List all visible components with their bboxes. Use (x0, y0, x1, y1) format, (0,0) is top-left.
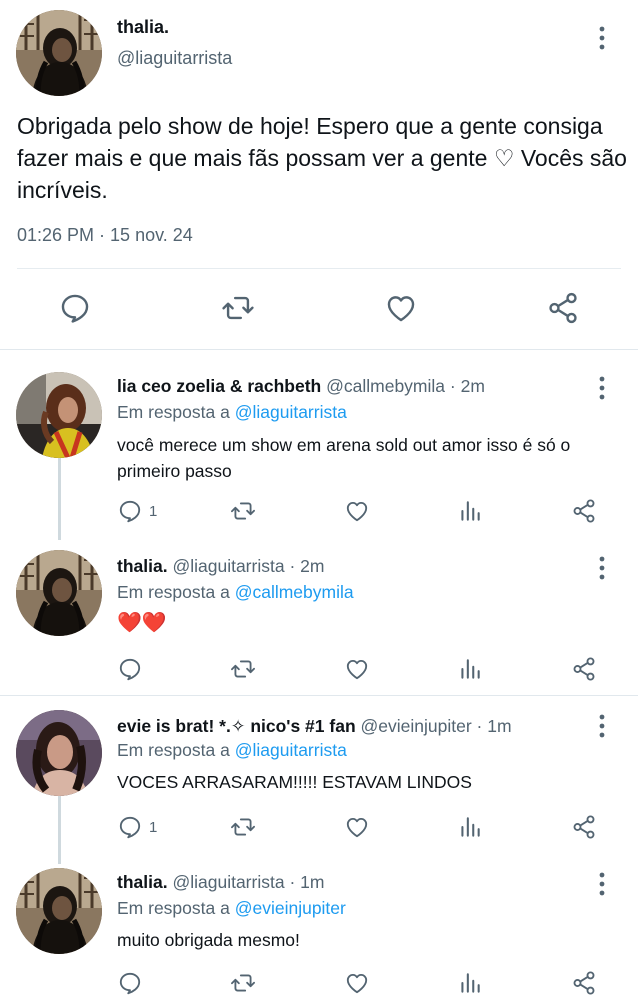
reply-context-label: Em resposta a (117, 582, 230, 602)
more-options-icon[interactable] (590, 868, 614, 900)
reply-time[interactable]: · 1m (289, 872, 324, 892)
reply-text: VOCES ARRASARAM!!!!! ESTAVAM LINDOS (117, 772, 472, 792)
share-icon[interactable] (571, 968, 597, 998)
mention-link[interactable]: @liaguitarrista (235, 740, 347, 760)
avatar-image (16, 10, 102, 96)
more-options-icon[interactable] (590, 22, 614, 54)
reply-icon[interactable]: 1 (117, 812, 157, 842)
reply-context: Em resposta a @liaguitarrista (117, 740, 347, 761)
author-name[interactable]: thalia. (117, 872, 168, 892)
tweet-text: Obrigada pelo show de hoje! Espero que a… (17, 113, 627, 203)
retweet-icon[interactable] (230, 812, 256, 842)
reply-text: ❤️❤️ (117, 612, 167, 634)
like-icon[interactable] (378, 285, 424, 331)
mention-link[interactable]: @evieinjupiter (235, 898, 346, 918)
avatar-image (16, 868, 102, 954)
retweet-icon[interactable] (215, 285, 261, 331)
reply-actions: 1 (0, 812, 638, 842)
reply-time[interactable]: · 2m (450, 376, 485, 396)
reply-header: thalia. @liaguitarrista · 2m (117, 556, 324, 577)
avatar[interactable] (16, 868, 102, 954)
reply-header: thalia. @liaguitarrista · 1m (117, 872, 324, 893)
stats-icon[interactable] (457, 968, 483, 998)
reply-actions (0, 968, 638, 998)
more-options-icon[interactable] (590, 710, 614, 742)
reply-time[interactable]: · 2m (289, 556, 324, 576)
reply-count: 1 (149, 502, 158, 520)
reply-actions (0, 654, 638, 684)
author-handle[interactable]: @liaguitarrista (172, 556, 284, 576)
reply-time[interactable]: · 1m (477, 716, 512, 736)
author-handle[interactable]: @liaguitarrista (117, 48, 232, 69)
reply-count: 1 (149, 818, 158, 836)
reply-context: Em resposta a @callmebymila (117, 582, 354, 603)
reply-tweet: lia ceo zoelia & rachbeth @callmebymila … (0, 350, 638, 540)
reply-header: lia ceo zoelia & rachbeth @callmebymila … (117, 376, 485, 397)
reply-context-label: Em resposta a (117, 898, 230, 918)
avatar[interactable] (16, 10, 102, 96)
stats-icon[interactable] (457, 496, 483, 526)
tweet-timestamp[interactable]: 01:26 PM · 15 nov. 24 (17, 225, 193, 246)
share-icon[interactable] (540, 285, 586, 331)
mention-link[interactable]: @liaguitarrista (235, 402, 347, 422)
like-icon[interactable] (344, 496, 370, 526)
author-name[interactable]: lia ceo zoelia & rachbeth (117, 376, 321, 396)
share-icon[interactable] (571, 496, 597, 526)
reply-header: evie is brat! *.✧ nico's #1 fan @evieinj… (117, 716, 512, 737)
author-handle[interactable]: @callmebymila (326, 376, 445, 396)
reply-context: Em resposta a @evieinjupiter (117, 898, 346, 919)
author-name[interactable]: thalia. (117, 556, 168, 576)
reply-text: você merece um show em arena sold out am… (117, 435, 571, 481)
tweet-actions (0, 285, 638, 331)
retweet-icon[interactable] (230, 496, 256, 526)
author-handle[interactable]: @evieinjupiter (361, 716, 472, 736)
more-options-icon[interactable] (590, 372, 614, 404)
stats-icon[interactable] (457, 654, 483, 684)
author-name[interactable]: thalia. (117, 17, 169, 38)
avatar[interactable] (16, 372, 102, 458)
reply-icon[interactable] (117, 968, 149, 998)
reply-context: Em resposta a @liaguitarrista (117, 402, 347, 423)
like-icon[interactable] (344, 654, 370, 684)
mention-link[interactable]: @callmebymila (235, 582, 354, 602)
retweet-icon[interactable] (230, 654, 256, 684)
reply-context-label: Em resposta a (117, 740, 230, 760)
like-icon[interactable] (344, 968, 370, 998)
avatar-image (16, 710, 102, 796)
reply-tweet: thalia. @liaguitarrista · 2m Em resposta… (0, 530, 638, 695)
share-icon[interactable] (571, 812, 597, 842)
reply-text: muito obrigada mesmo! (117, 930, 300, 950)
more-options-icon[interactable] (590, 552, 614, 584)
avatar-image (16, 550, 102, 636)
avatar[interactable] (16, 710, 102, 796)
author-handle[interactable]: @liaguitarrista (172, 872, 284, 892)
like-icon[interactable] (344, 812, 370, 842)
reply-icon[interactable] (117, 654, 149, 684)
retweet-icon[interactable] (230, 968, 256, 998)
reply-tweet: evie is brat! *.✧ nico's #1 fan @evieinj… (0, 696, 638, 864)
avatar[interactable] (16, 550, 102, 636)
divider (17, 268, 621, 269)
reply-tweet: thalia. @liaguitarrista · 1m Em resposta… (0, 848, 638, 1000)
avatar-image (16, 372, 102, 458)
reply-context-label: Em resposta a (117, 402, 230, 422)
reply-icon[interactable] (52, 285, 98, 331)
stats-icon[interactable] (457, 812, 483, 842)
reply-actions: 1 (0, 496, 638, 526)
reply-icon[interactable]: 1 (117, 496, 157, 526)
share-icon[interactable] (571, 654, 597, 684)
main-tweet: thalia. @liaguitarrista Obrigada pelo sh… (0, 0, 638, 350)
author-name[interactable]: evie is brat! *.✧ nico's #1 fan (117, 716, 356, 736)
